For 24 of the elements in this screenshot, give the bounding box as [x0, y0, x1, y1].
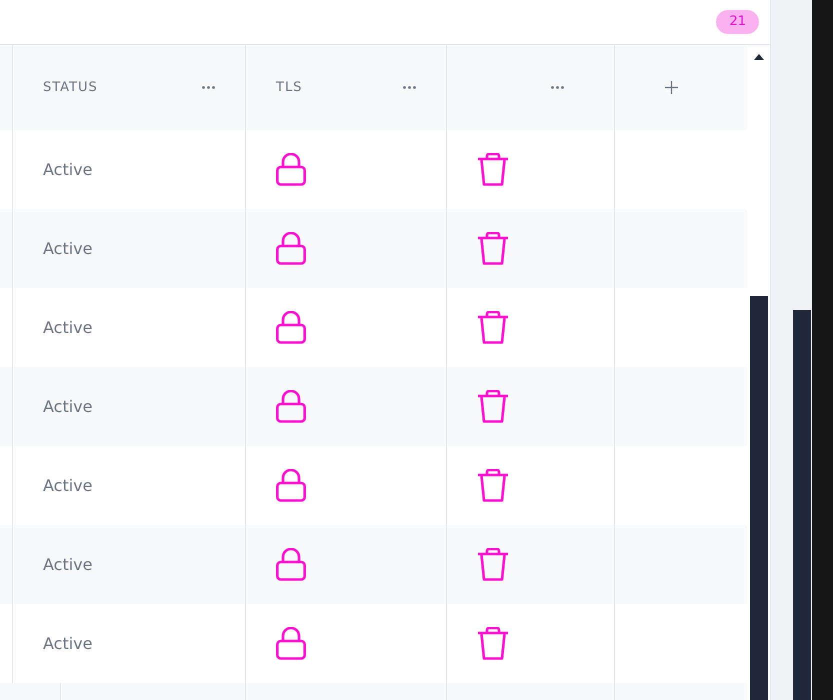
status-text: Active — [43, 316, 92, 338]
status-text: Active — [43, 474, 92, 496]
status-text: Active — [43, 158, 92, 180]
more-icon[interactable] — [403, 86, 416, 89]
delete-icon[interactable] — [477, 548, 509, 581]
delete-icon[interactable] — [477, 232, 509, 265]
status-text: Active — [43, 396, 92, 418]
more-icon[interactable] — [551, 86, 564, 89]
scroll-up-icon[interactable] — [754, 54, 764, 60]
delete-icon[interactable] — [477, 469, 509, 502]
delete-icon[interactable] — [477, 311, 509, 344]
more-icon[interactable] — [202, 86, 215, 89]
count-badge: 21 — [716, 10, 759, 34]
scrollbar-thumb[interactable] — [750, 296, 768, 700]
delete-icon[interactable] — [477, 390, 509, 423]
add-column-icon[interactable] — [664, 81, 678, 94]
status-text: Active — [43, 632, 92, 654]
column-header: TLS — [276, 78, 302, 97]
status-text: Active — [43, 238, 92, 260]
delete-icon[interactable] — [477, 627, 509, 660]
delete-icon[interactable] — [477, 153, 509, 186]
status-text: Active — [43, 554, 92, 576]
scrollbar-thumb[interactable] — [793, 310, 811, 700]
column-header: STATUS — [43, 78, 98, 97]
